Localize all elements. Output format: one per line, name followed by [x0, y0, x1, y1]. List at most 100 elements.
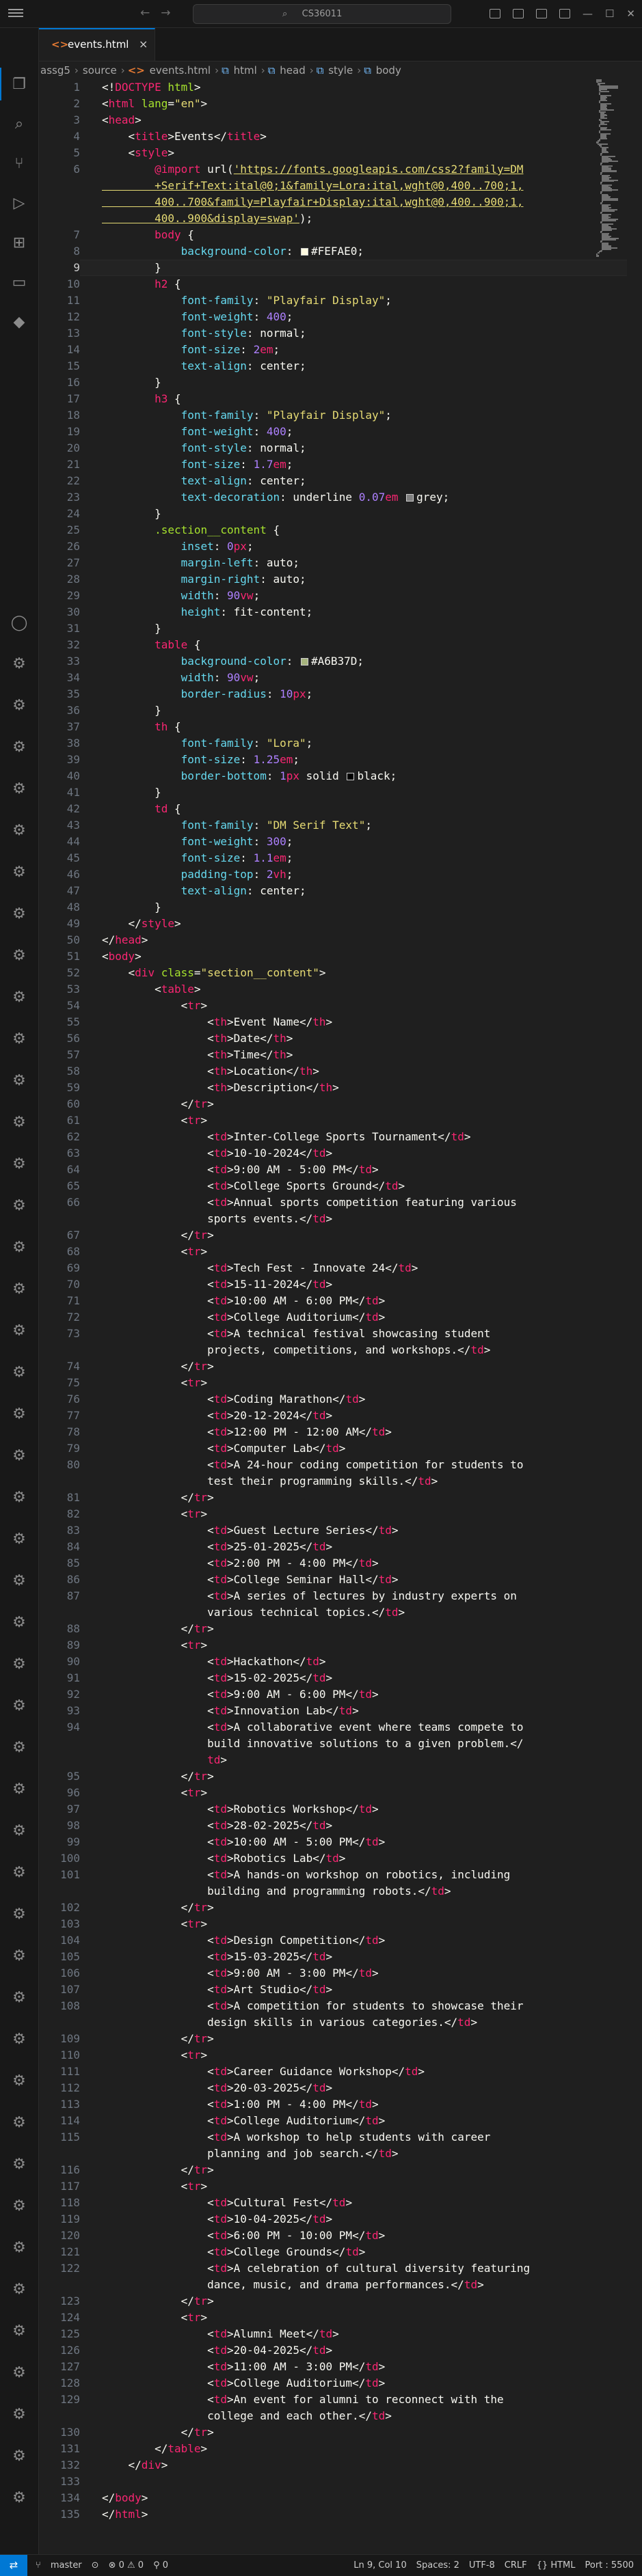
code-line[interactable]: <td>Innovation Lab</td>	[102, 1703, 359, 1719]
code-line[interactable]: <tr>	[102, 1916, 208, 1932]
code-line[interactable]: width: 90vw;	[102, 670, 260, 686]
code-line[interactable]: padding-top: 2vh;	[102, 866, 293, 883]
source-control-icon[interactable]: ⑂	[10, 155, 28, 173]
search-icon[interactable]: ⌕	[10, 115, 28, 133]
code-line[interactable]: <td>28-02-2025</td>	[102, 1818, 332, 1834]
code-line[interactable]: <tr>	[102, 2178, 208, 2195]
code-line[interactable]: </div>	[102, 2457, 168, 2474]
code-line[interactable]: <th>Date</th>	[102, 1030, 293, 1047]
settings-gear-icon[interactable]: ⚙	[10, 1697, 28, 1715]
settings-gear-icon[interactable]: ⚙	[10, 2239, 28, 2257]
settings-gear-icon[interactable]: ⚙	[10, 864, 28, 881]
toggle-sidebar-icon[interactable]	[489, 9, 500, 18]
settings-gear-icon[interactable]: ⚙	[10, 1280, 28, 1298]
close-icon[interactable]: ×	[139, 29, 148, 59]
settings-gear-icon[interactable]: ⚙	[10, 1906, 28, 1923]
code-line[interactable]: }	[102, 702, 161, 719]
code-line[interactable]: }	[102, 260, 161, 276]
code-line[interactable]: h3 {	[102, 391, 181, 407]
breadcrumb-item[interactable]: body	[376, 64, 401, 77]
code-line[interactable]: </tr>	[102, 1227, 214, 1244]
code-line[interactable]: +Serif+Text:ital@0;1&family=Lora:ital,wg…	[102, 178, 523, 194]
code-line[interactable]: <td>9:00 AM - 5:00 PM</td>	[102, 1162, 378, 1178]
code-line[interactable]: <td>College Seminar Hall</td>	[102, 1572, 398, 1588]
code-line[interactable]: width: 90vw;	[102, 588, 260, 604]
code-line[interactable]: <td>A competition for students to showca…	[102, 1998, 523, 2014]
code-line[interactable]: <td>11:00 AM - 3:00 PM</td>	[102, 2359, 385, 2375]
explorer-icon[interactable]: ❐	[10, 76, 28, 94]
code-line[interactable]: <style>	[102, 145, 174, 161]
code-line[interactable]: <tr>	[102, 1637, 208, 1654]
settings-gear-icon[interactable]: ⚙	[10, 2281, 28, 2299]
breadcrumb-item[interactable]: assg5	[40, 64, 70, 77]
code-editor[interactable]: 1 2 3 4 5 6 7 8 9 10 11 12 13 14 15 16 17 18 19 20 21 22 23 24 2…	[39, 79, 642, 2554]
code-line[interactable]: </tr>	[102, 2293, 214, 2310]
code-line[interactable]: text-decoration: underline 0.07em grey;	[102, 489, 450, 506]
branch-name[interactable]: master	[51, 2555, 82, 2576]
code-line[interactable]: font-family: "Playfair Display";	[102, 292, 392, 309]
code-line[interactable]: <td>College Auditorium</td>	[102, 2113, 385, 2129]
settings-gear-icon[interactable]: ⚙	[10, 2114, 28, 2132]
settings-gear-icon[interactable]: ⚙	[10, 2031, 28, 2049]
code-line[interactable]: <html lang="en">	[102, 96, 207, 112]
code-line[interactable]: </tr>	[102, 1490, 214, 1506]
settings-gear-icon[interactable]: ⚙	[10, 1030, 28, 1048]
breadcrumb-item[interactable]: html	[234, 64, 257, 77]
code-line[interactable]: @import url('https://fonts.googleapis.co…	[102, 161, 523, 178]
breadcrumb-item[interactable]: style	[328, 64, 353, 77]
code-line[interactable]: projects, competitions, and workshops.</…	[102, 1342, 490, 1358]
code-line[interactable]: <td>A technical festival showcasing stud…	[102, 1326, 490, 1342]
code-line[interactable]: <td>Inter-College Sports Tournament</td>	[102, 1129, 470, 1145]
settings-gear-icon[interactable]: ⚙	[10, 1864, 28, 1882]
code-line[interactable]: background-color: #FEFAE0;	[102, 243, 364, 260]
menu-icon[interactable]	[8, 7, 23, 20]
code-line[interactable]: }	[102, 899, 161, 916]
code-line[interactable]: font-weight: 400;	[102, 309, 293, 325]
code-line[interactable]: </tr>	[102, 1768, 214, 1785]
code-line[interactable]: text-align: center;	[102, 358, 306, 374]
code-line[interactable]: <td>An event for alumni to reconnect wit…	[102, 2392, 504, 2408]
settings-gear-icon[interactable]: ⚙	[10, 2322, 28, 2340]
settings-gear-icon[interactable]: ⚙	[10, 1489, 28, 1507]
code-line[interactable]: </table>	[102, 2441, 207, 2457]
code-line[interactable]: <td>20-12-2024</td>	[102, 1408, 332, 1424]
code-line[interactable]: <td>12:00 PM - 12:00 AM</td>	[102, 1424, 392, 1440]
code-line[interactable]: td {	[102, 801, 181, 817]
code-line[interactable]: <td>Coding Marathon</td>	[102, 1391, 365, 1408]
code-line[interactable]: td>	[102, 1752, 227, 1768]
code-line[interactable]: }	[102, 506, 161, 522]
encoding[interactable]: UTF-8	[469, 2555, 495, 2576]
tab-events-html[interactable]: <> events.html ×	[39, 28, 155, 61]
code-line[interactable]: <body>	[102, 948, 142, 965]
code-line[interactable]: various technical topics.</td>	[102, 1604, 405, 1621]
settings-gear-icon[interactable]: ⚙	[10, 1364, 28, 1382]
code-line[interactable]: border-bottom: 1px solid black;	[102, 768, 397, 784]
maximize-icon[interactable]: ☐	[605, 8, 614, 19]
code-line[interactable]: font-size: 1.7em;	[102, 456, 293, 473]
code-line[interactable]: building and programming robots.</td>	[102, 1883, 451, 1900]
code-line[interactable]: <td>College Auditorium</td>	[102, 1309, 385, 1326]
settings-gear-icon[interactable]: ⚙	[10, 739, 28, 756]
settings-gear-icon[interactable]: ⚙	[10, 1822, 28, 1840]
breadcrumb-item[interactable]: events.html	[150, 64, 211, 77]
settings-gear-icon[interactable]: ⚙	[10, 2489, 28, 2507]
code-line[interactable]: <td>College Grounds</td>	[102, 2244, 365, 2260]
run-debug-icon[interactable]: ▷	[10, 195, 28, 213]
code-line[interactable]: font-style: normal;	[102, 325, 306, 342]
code-line[interactable]: design skills in various categories.</td…	[102, 2014, 477, 2031]
settings-gear-icon[interactable]: ⚙	[10, 655, 28, 673]
code-line[interactable]: <td>Robotics Workshop</td>	[102, 1801, 378, 1818]
code-line[interactable]: <td>10:00 AM - 6:00 PM</td>	[102, 1293, 385, 1309]
extensions-icon[interactable]: ⊞	[10, 234, 28, 252]
code-line[interactable]: sports events.</td>	[102, 1211, 332, 1227]
code-line[interactable]: }	[102, 620, 161, 637]
code-line[interactable]: <td>A 24-hour coding competition for stu…	[102, 1457, 523, 1473]
settings-gear-icon[interactable]: ⚙	[10, 2364, 28, 2382]
code-line[interactable]: <td>A hands-on workshop on robotics, inc…	[102, 1867, 510, 1883]
end-of-line[interactable]: CRLF	[505, 2555, 527, 2576]
code-line[interactable]: </tr>	[102, 1621, 214, 1637]
code-line[interactable]: <td>Art Studio</td>	[102, 1982, 332, 1998]
code-line[interactable]: <tr>	[102, 2047, 208, 2064]
code-line[interactable]: <td>15-02-2025</td>	[102, 1670, 332, 1686]
code-line[interactable]: font-family: "DM Serif Text";	[102, 817, 372, 834]
